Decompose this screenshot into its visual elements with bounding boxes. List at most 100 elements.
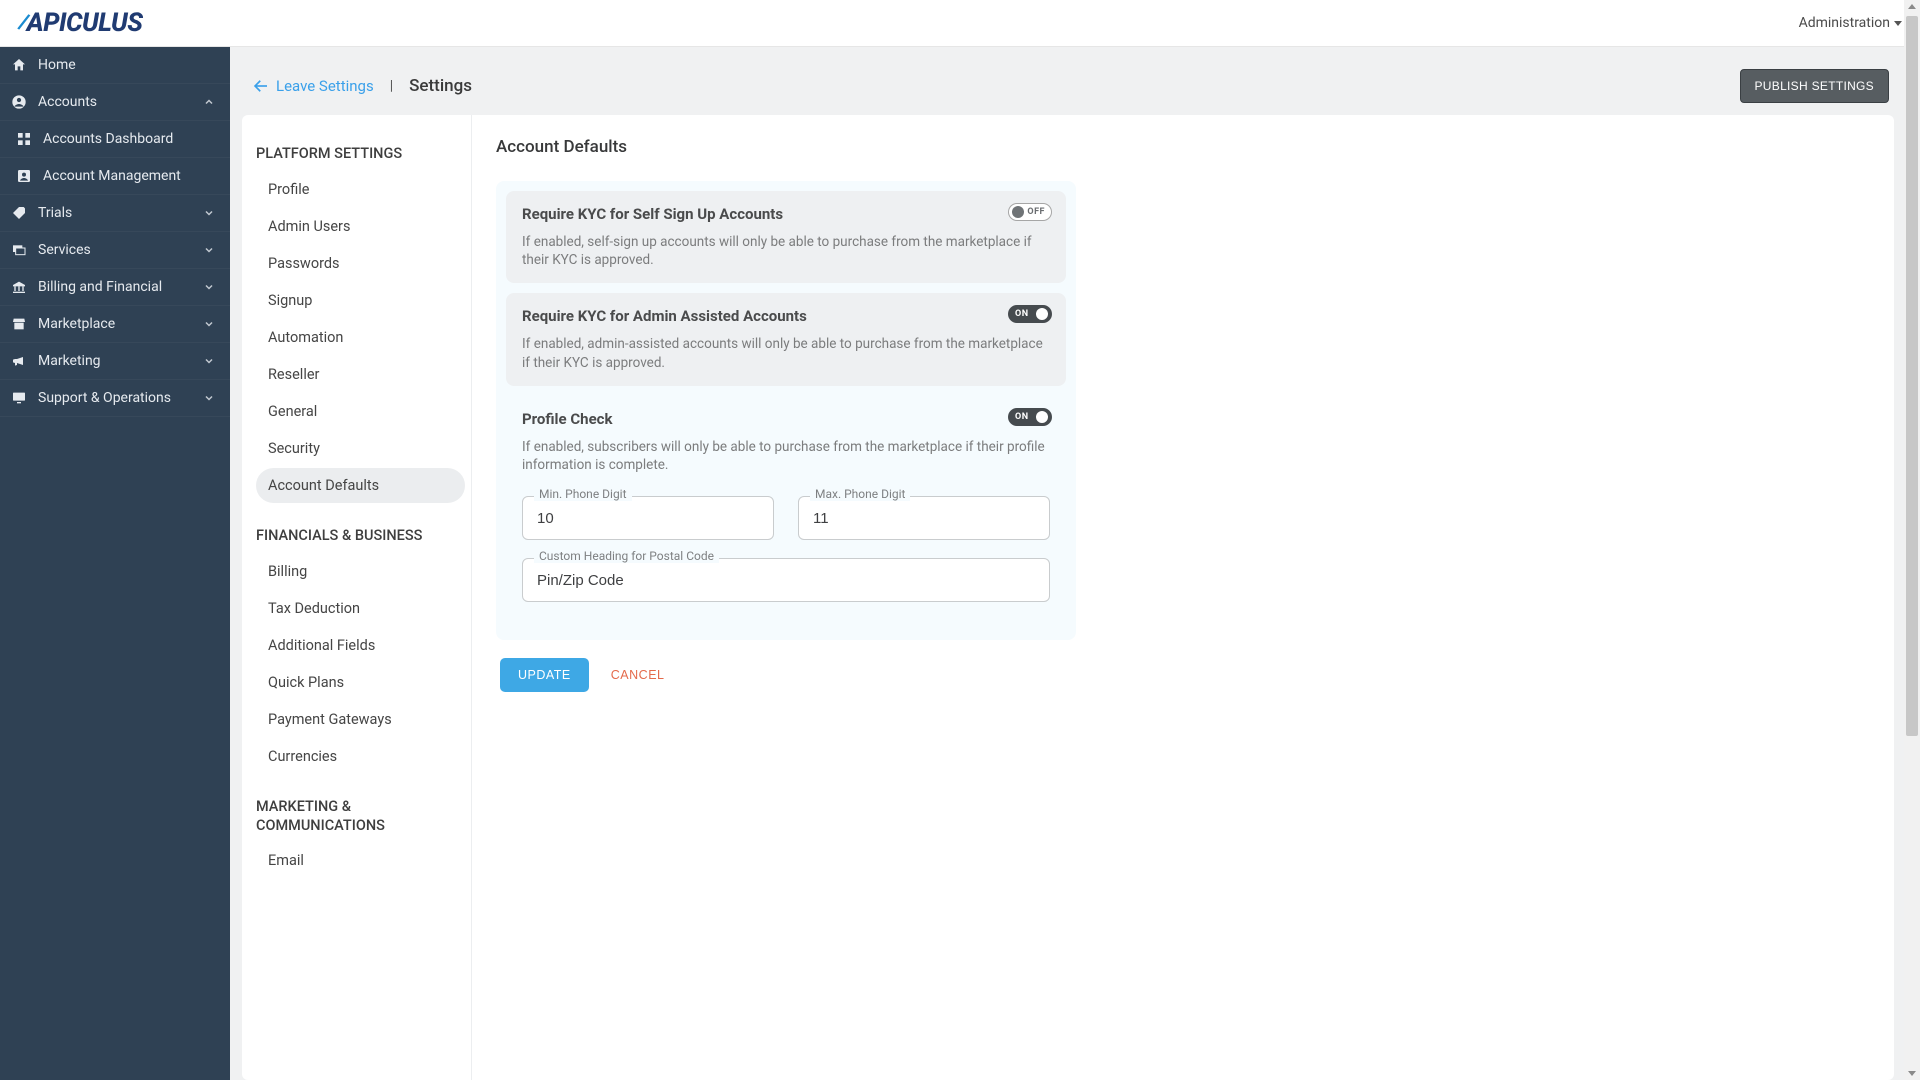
toggle-kyc-self-signup[interactable]: OFF [1008, 203, 1052, 221]
settings-nav-passwords[interactable]: Passwords [256, 246, 465, 281]
settings-nav-email[interactable]: Email [256, 843, 465, 878]
settings-nav-reseller[interactable]: Reseller [256, 357, 465, 392]
monitor-icon [10, 390, 28, 406]
administration-menu[interactable]: Administration [1799, 15, 1902, 31]
toggle-off-label: OFF [1027, 207, 1045, 217]
toggle-on-label: ON [1015, 309, 1029, 319]
sidebar-item-account-management[interactable]: Account Management [0, 158, 230, 195]
min-phone-input[interactable] [522, 496, 774, 540]
chevron-down-icon [203, 355, 215, 367]
phone-digit-fields: Min. Phone Digit Max. Phone Digit [522, 496, 1050, 540]
settings-section-platform: PLATFORM SETTINGS [256, 145, 465, 164]
settings-nav-payment-gateways[interactable]: Payment Gateways [256, 702, 465, 737]
card-profile-title: Profile Check [522, 410, 1050, 428]
settings-nav-billing[interactable]: Billing [256, 554, 465, 589]
scroll-arrow-down-icon [1908, 1071, 1916, 1076]
sidebar-item-support-operations[interactable]: Support & Operations [0, 380, 230, 417]
card-kyc-admin-assisted: ON Require KYC for Admin Assisted Accoun… [506, 293, 1066, 385]
scroll-arrow-up-icon [1908, 4, 1916, 9]
card-kyc-admin-title: Require KYC for Admin Assisted Accounts [522, 307, 1050, 325]
settings-panel: OFF Require KYC for Self Sign Up Account… [496, 181, 1076, 640]
brand-text: APICULUS [27, 8, 143, 38]
sidebar-item-billing-financial[interactable]: Billing and Financial [0, 269, 230, 306]
settings-nav-automation[interactable]: Automation [256, 320, 465, 355]
user-circle-icon [10, 94, 28, 110]
card-kyc-self-signup: OFF Require KYC for Self Sign Up Account… [506, 191, 1066, 283]
settings-nav-currencies[interactable]: Currencies [256, 739, 465, 774]
brand-logo[interactable]: ⁄ APICULUS [18, 8, 142, 38]
sidebar-label-account-management: Account Management [43, 168, 181, 184]
layers-icon [10, 242, 28, 258]
leave-settings-link[interactable]: Leave Settings [252, 77, 374, 95]
card-kyc-self-desc: If enabled, self-sign up accounts will o… [522, 233, 1050, 269]
settings-nav-profile[interactable]: Profile [256, 172, 465, 207]
dashboard-icon [15, 131, 33, 147]
toggle-profile-check[interactable]: ON [1008, 408, 1052, 426]
card-profile-check: ON Profile Check If enabled, subscribers… [506, 396, 1066, 616]
toggle-knob [1036, 411, 1048, 423]
settings-section-marketing: MARKETING & COMMUNICATIONS [256, 798, 465, 836]
field-max-phone: Max. Phone Digit [798, 496, 1050, 540]
settings-nav-security[interactable]: Security [256, 431, 465, 466]
max-phone-input[interactable] [798, 496, 1050, 540]
body-title: Account Defaults [496, 137, 1866, 157]
caret-down-icon [1894, 21, 1902, 26]
store-icon [10, 316, 28, 332]
chevron-down-icon [203, 281, 215, 293]
toggle-knob [1012, 206, 1024, 218]
sidebar-label-billing: Billing and Financial [38, 279, 162, 295]
settings-nav-signup[interactable]: Signup [256, 283, 465, 318]
sidebar-label-marketing: Marketing [38, 353, 101, 369]
sidebar-item-home[interactable]: Home [0, 47, 230, 84]
max-phone-label: Max. Phone Digit [810, 487, 910, 501]
field-postal-heading: Custom Heading for Postal Code [522, 558, 1050, 602]
sidebar-item-accounts[interactable]: Accounts [0, 84, 230, 121]
settings-nav-admin-users[interactable]: Admin Users [256, 209, 465, 244]
sidebar-item-marketing[interactable]: Marketing [0, 343, 230, 380]
sidebar-item-accounts-dashboard[interactable]: Accounts Dashboard [0, 121, 230, 158]
sidebar-label-services: Services [38, 242, 91, 258]
settings-section-financials: FINANCIALS & BUSINESS [256, 527, 465, 546]
administration-label: Administration [1799, 15, 1890, 31]
tags-icon [10, 205, 28, 221]
sidebar-label-trials: Trials [38, 205, 72, 221]
chevron-down-icon [203, 207, 215, 219]
content-card: PLATFORM SETTINGS Profile Admin Users Pa… [242, 115, 1894, 1080]
account-box-icon [15, 168, 33, 184]
settings-nav-general[interactable]: General [256, 394, 465, 429]
scroll-thumb[interactable] [1906, 16, 1918, 736]
sidebar-label-accounts: Accounts [38, 94, 97, 110]
leave-settings-label: Leave Settings [276, 77, 374, 95]
card-kyc-self-title: Require KYC for Self Sign Up Accounts [522, 205, 1050, 223]
toggle-kyc-admin-assisted[interactable]: ON [1008, 305, 1052, 323]
form-actions: UPDATE CANCEL [500, 658, 1866, 692]
page-scrollbar[interactable] [1904, 0, 1920, 1080]
settings-nav-additional-fields[interactable]: Additional Fields [256, 628, 465, 663]
min-phone-label: Min. Phone Digit [534, 487, 632, 501]
card-kyc-admin-desc: If enabled, admin-assisted accounts will… [522, 335, 1050, 371]
breadcrumb-divider: | [390, 78, 393, 94]
settings-nav-account-defaults[interactable]: Account Defaults [256, 468, 465, 503]
card-profile-desc: If enabled, subscribers will only be abl… [522, 438, 1050, 474]
headerbar: Leave Settings | Settings PUBLISH SETTIN… [242, 59, 1894, 115]
publish-settings-button[interactable]: PUBLISH SETTINGS [1740, 69, 1890, 103]
sidebar-item-services[interactable]: Services [0, 232, 230, 269]
sidebar-item-marketplace[interactable]: Marketplace [0, 306, 230, 343]
sidebar-item-trials[interactable]: Trials [0, 195, 230, 232]
cancel-button[interactable]: CANCEL [611, 668, 665, 682]
toggle-on-label: ON [1015, 412, 1029, 422]
sidebar-label-accounts-dashboard: Accounts Dashboard [43, 131, 173, 147]
main: Leave Settings | Settings PUBLISH SETTIN… [230, 47, 1920, 1080]
postal-heading-input[interactable] [522, 558, 1050, 602]
sidebar-label-marketplace: Marketplace [38, 316, 115, 332]
chevron-up-icon [203, 96, 215, 108]
field-min-phone: Min. Phone Digit [522, 496, 774, 540]
bullhorn-icon [10, 353, 28, 369]
update-button[interactable]: UPDATE [500, 658, 589, 692]
settings-nav-tax-deduction[interactable]: Tax Deduction [256, 591, 465, 626]
sidebar-label-home: Home [38, 57, 76, 73]
settings-nav: PLATFORM SETTINGS Profile Admin Users Pa… [242, 115, 472, 1080]
sidebar: Home Accounts Accounts Dashboard Account… [0, 47, 230, 1080]
settings-nav-quick-plans[interactable]: Quick Plans [256, 665, 465, 700]
page-title: Settings [409, 76, 472, 96]
